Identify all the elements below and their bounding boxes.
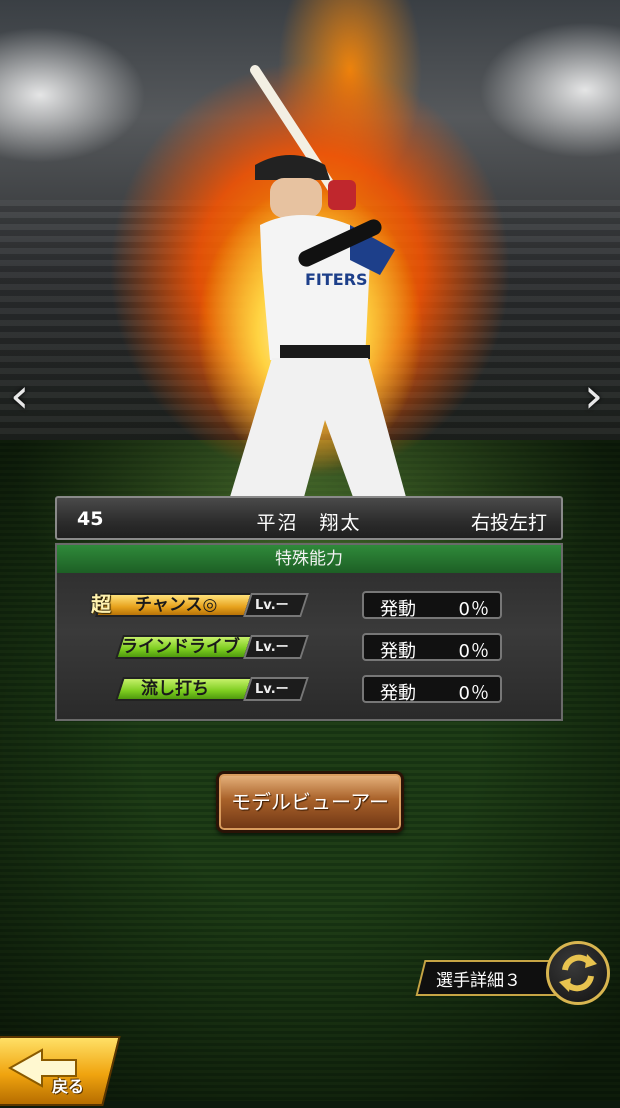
- player-name-bar: 45 平沼 翔太 右投左打: [55, 496, 563, 540]
- back-arrow-icon: [7, 1048, 77, 1088]
- activation-label: 発動: [380, 599, 416, 620]
- player-handedness: 右投左打: [470, 512, 547, 534]
- svg-text:FITERS: FITERS: [305, 270, 368, 289]
- model-viewer-button[interactable]: モデルビューアー: [216, 771, 404, 833]
- activation-percent: 0％: [458, 683, 490, 704]
- chevron-right-icon[interactable]: ›: [584, 372, 603, 420]
- back-label[interactable]: 戻る: [52, 1073, 84, 1097]
- activation-box: 発動 0％: [362, 633, 502, 662]
- player-image: FITERS: [220, 65, 415, 530]
- activation-box: 発動 0％: [362, 675, 502, 704]
- special-abilities-panel: 特殊能力 超 チャンス◎ Lv.ー 発動 0％ ラインドライブ Lv.ー 発動 …: [55, 543, 563, 721]
- activation-percent: 0％: [458, 641, 490, 662]
- panel-title: 特殊能力: [57, 545, 561, 573]
- ability-row: ラインドライブ Lv.ー 発動 0％: [57, 633, 561, 663]
- ability-level: Lv.ー: [255, 682, 289, 697]
- cycle-button[interactable]: [546, 941, 610, 1005]
- activation-label: 発動: [380, 683, 416, 704]
- ability-name: ラインドライブ: [121, 637, 240, 657]
- player-detail-label[interactable]: 選手詳細３: [436, 966, 521, 991]
- activation-label: 発動: [380, 641, 416, 662]
- ability-prefix: 超: [91, 592, 111, 616]
- ability-name: 流し打ち: [141, 679, 209, 699]
- ability-level: Lv.ー: [255, 640, 289, 655]
- ability-name: チャンス◎: [135, 595, 218, 615]
- chevron-left-icon[interactable]: ‹: [10, 372, 29, 420]
- cycle-arrows-icon: [559, 954, 597, 992]
- activation-box: 発動 0％: [362, 591, 502, 620]
- ability-level: Lv.ー: [255, 598, 289, 613]
- ability-row: 超 チャンス◎ Lv.ー 発動 0％: [57, 591, 561, 621]
- ability-row: 流し打ち Lv.ー 発動 0％: [57, 675, 561, 705]
- activation-percent: 0％: [458, 599, 490, 620]
